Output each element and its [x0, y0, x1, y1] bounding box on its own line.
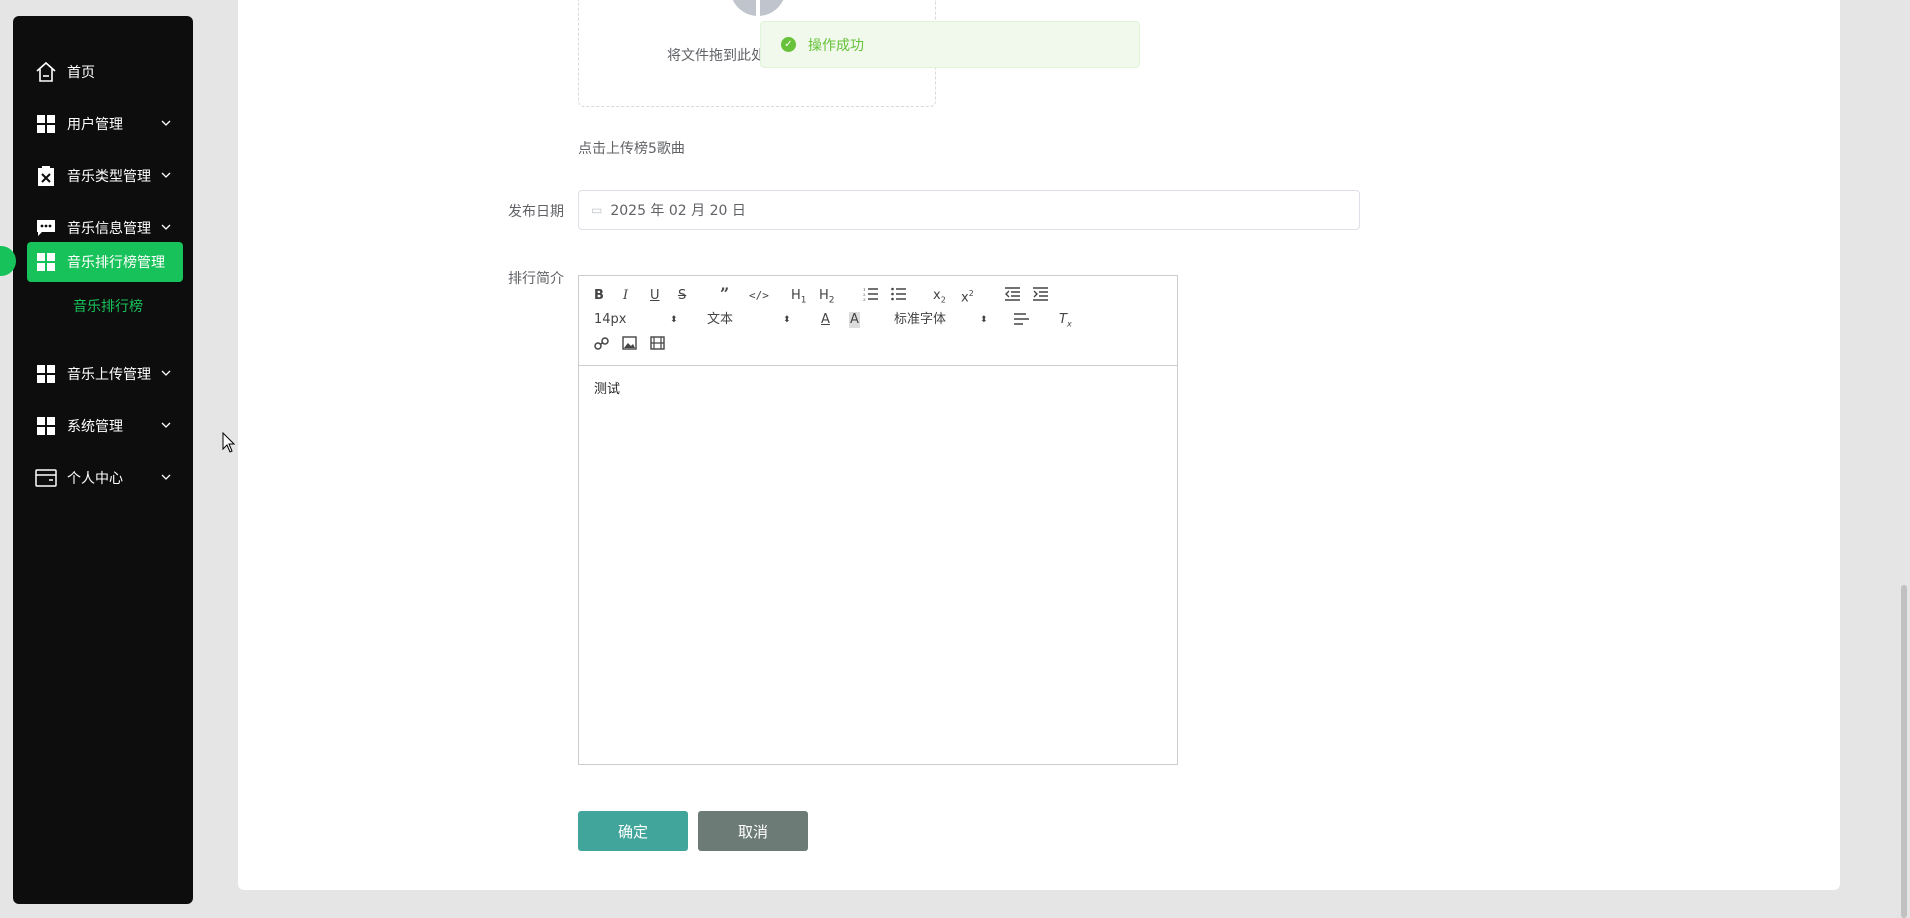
strikethrough-icon[interactable]: S [678, 288, 686, 304]
sidebar: 首页 用户管理 音乐类型管理 音乐信息管理 音乐排行榜管理 音乐排行榜 音乐上传… [13, 16, 193, 904]
upload-hint: 点击上传榜5歌曲 [578, 141, 685, 157]
superscript-icon[interactable]: x2 [961, 286, 974, 306]
blockquote-icon[interactable]: ” [720, 286, 729, 302]
home-icon [35, 61, 57, 83]
bullet-list-icon[interactable] [891, 287, 906, 306]
chevron-down-icon [161, 172, 171, 178]
sidebar-item-label: 用户管理 [67, 117, 123, 133]
svg-text:3: 3 [863, 297, 866, 301]
intro-label: 排行简介 [508, 271, 564, 287]
clear-format-icon[interactable]: Tx [1059, 312, 1072, 333]
date-value: 2025 年 02 月 20 日 [610, 203, 746, 219]
italic-icon[interactable]: I [623, 288, 628, 304]
calendar-icon: ▭ [591, 203, 603, 217]
sidebar-subitem-music-ranking[interactable]: 音乐排行榜 [73, 296, 143, 316]
font-color-icon[interactable]: A [821, 312, 830, 328]
bold-icon[interactable]: B [594, 288, 604, 304]
underline-icon[interactable]: U [650, 288, 660, 304]
chevron-down-icon [161, 370, 171, 376]
link-icon[interactable] [594, 336, 609, 356]
sidebar-item-label: 首页 [67, 65, 95, 81]
sidebar-item-label: 音乐上传管理 [67, 367, 151, 383]
font-size-select[interactable]: 14px ⬍ [594, 312, 679, 328]
grid-icon [35, 415, 57, 437]
editor-content[interactable]: 测试 [594, 378, 620, 397]
clipboard-x-icon [35, 165, 57, 187]
date-picker[interactable]: ▭ 2025 年 02 月 20 日 [578, 190, 1360, 230]
select-arrows-icon: ⬍ [670, 315, 678, 325]
subscript-icon[interactable]: x2 [933, 288, 946, 309]
sidebar-item-label: 音乐类型管理 [67, 169, 151, 185]
rich-text-editor: B I U S ” </> H1 H2 123 x2 x2 14px ⬍ 文本 … [578, 275, 1178, 765]
image-icon[interactable] [622, 336, 637, 355]
upload-drop-text: 将文件拖到此处 [667, 48, 765, 64]
sidebar-item-label: 音乐信息管理 [67, 221, 151, 237]
chevron-down-icon [161, 474, 171, 480]
grid-icon [35, 113, 57, 135]
date-label: 发布日期 [508, 204, 564, 220]
ordered-list-icon[interactable]: 123 [863, 287, 878, 306]
wallet-icon [35, 467, 57, 489]
heading2-icon[interactable]: H2 [819, 288, 835, 309]
chevron-down-icon [161, 224, 171, 230]
outdent-icon[interactable] [1005, 287, 1020, 306]
chevron-down-icon [161, 120, 171, 126]
sidebar-item-music-ranking[interactable]: 音乐排行榜管理 [27, 242, 183, 282]
scrollbar-thumb[interactable] [1901, 585, 1907, 918]
sidebar-item-home[interactable]: 首页 [27, 52, 183, 92]
align-left-icon[interactable] [1014, 312, 1029, 331]
chevron-down-icon [161, 422, 171, 428]
video-icon[interactable] [650, 336, 665, 355]
check-circle-icon: ✓ [781, 37, 796, 52]
code-block-icon[interactable]: </> [749, 288, 769, 304]
scrollbar[interactable] [1898, 0, 1910, 918]
indent-icon[interactable] [1033, 287, 1048, 306]
heading1-icon[interactable]: H1 [791, 288, 807, 309]
font-family-select[interactable]: 标准字体 ⬍ [894, 312, 989, 328]
select-arrows-icon: ⬍ [980, 315, 988, 325]
sidebar-item-music-types[interactable]: 音乐类型管理 [27, 156, 183, 196]
success-toast: ✓ 操作成功 [760, 21, 1140, 68]
background-color-icon[interactable]: A [849, 312, 860, 328]
sidebar-item-label: 系统管理 [67, 419, 123, 435]
select-arrows-icon: ⬍ [783, 315, 791, 325]
cancel-button[interactable]: 取消 [698, 811, 808, 851]
sidebar-item-music-upload[interactable]: 音乐上传管理 [27, 354, 183, 394]
sidebar-item-label: 音乐排行榜管理 [67, 255, 165, 271]
grid-icon [35, 251, 57, 273]
text-type-select[interactable]: 文本 ⬍ [707, 312, 792, 328]
editor-toolbar: B I U S ” </> H1 H2 123 x2 x2 14px ⬍ 文本 … [579, 276, 1177, 366]
chat-icon [35, 217, 57, 239]
font-family-value: 标准字体 [894, 312, 947, 327]
sidebar-item-users[interactable]: 用户管理 [27, 104, 183, 144]
sidebar-item-system[interactable]: 系统管理 [27, 406, 183, 446]
toast-message: 操作成功 [808, 37, 864, 54]
font-size-value: 14px [594, 312, 627, 327]
sidebar-item-profile[interactable]: 个人中心 [27, 458, 183, 498]
confirm-button[interactable]: 确定 [578, 811, 688, 851]
text-type-value: 文本 [707, 312, 734, 327]
grid-icon [35, 363, 57, 385]
mouse-cursor-icon [222, 432, 236, 453]
sidebar-item-label: 个人中心 [67, 471, 123, 487]
